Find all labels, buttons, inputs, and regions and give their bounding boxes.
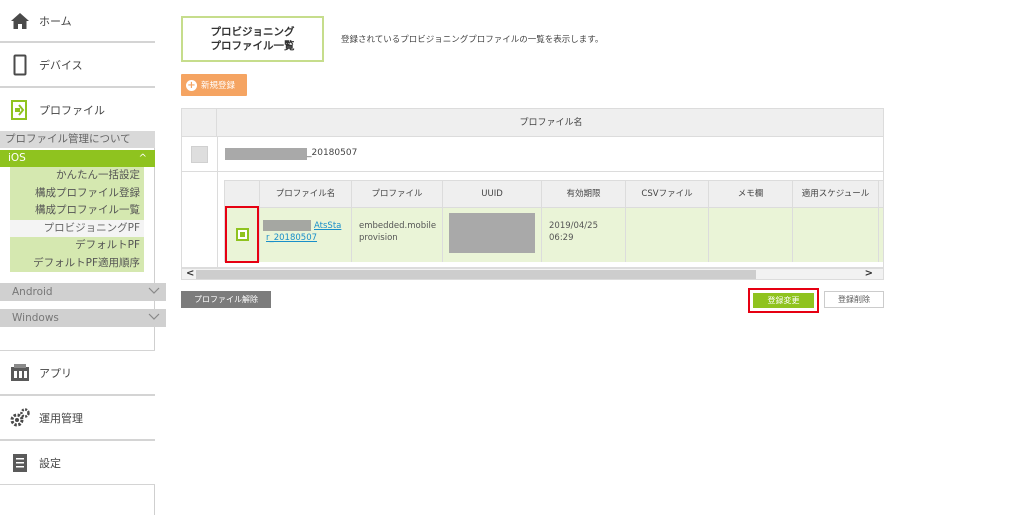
- horizontal-scrollbar[interactable]: < >: [181, 268, 884, 280]
- detail-header-uuid: UUID: [443, 181, 542, 208]
- row-divider: [217, 137, 218, 172]
- home-icon: [5, 12, 35, 30]
- scroll-left-arrow-icon[interactable]: <: [186, 268, 194, 279]
- detail-header-memo: メモ欄: [709, 181, 793, 208]
- detail-header-select: [225, 181, 260, 208]
- nav-profile-label: プロファイル: [39, 104, 105, 117]
- new-register-button[interactable]: + 新規登録: [181, 74, 247, 96]
- detail-cell-schedule: [793, 208, 879, 262]
- page-title-line2: プロファイル一覧: [210, 40, 295, 52]
- nav-device-label: デバイス: [39, 58, 83, 72]
- chevron-up-icon: ^: [138, 153, 147, 164]
- detail-row[interactable]: AtsSta r_20180507 embedded.mobileprovisi…: [225, 208, 883, 262]
- nav-device[interactable]: デバイス: [0, 42, 155, 87]
- nav-settings[interactable]: 設定: [0, 440, 155, 485]
- nav-home-label: ホーム: [39, 14, 72, 28]
- profile-icon: [5, 99, 35, 121]
- detail-cell-csv: [626, 208, 709, 262]
- profile-about-link[interactable]: プロファイル管理について: [0, 131, 155, 148]
- ios-menu-item-config-register[interactable]: 構成プロファイル登録: [10, 184, 144, 202]
- profile-table: プロファイル名 _20180507 プロファイル名 プロファイル UUID 有効…: [181, 108, 884, 268]
- detail-header-schedule: 適用スケジュール: [793, 181, 879, 208]
- windows-section-toggle[interactable]: Windows: [0, 309, 166, 327]
- column-header-profile-name: プロファイル名: [519, 118, 583, 128]
- detail-cell-profile: embedded.mobileprovision: [352, 208, 443, 262]
- detail-header-profile: プロファイル: [352, 181, 443, 208]
- ios-menu-item-config-list[interactable]: 構成プロファイル一覧: [10, 202, 144, 220]
- sidebar: ホーム デバイス プロファイル プロファイル管理について iOS ^ かんたん一…: [0, 0, 166, 515]
- app-icon: [5, 363, 35, 383]
- redacted-uuid: [449, 213, 535, 253]
- detail-header-csv: CSVファイル: [626, 181, 709, 208]
- redacted-name: [263, 220, 311, 231]
- device-icon: [5, 54, 35, 76]
- ios-submenu: かんたん一括設定 構成プロファイル登録 構成プロファイル一覧 プロビジョニングP…: [10, 167, 144, 272]
- ios-menu-item-provisioning[interactable]: プロビジョニングPF: [10, 219, 144, 237]
- row-checkbox[interactable]: [191, 146, 208, 163]
- nav-ops[interactable]: 運用管理: [0, 395, 155, 440]
- page-description: 登録されているプロビジョニングプロファイルの一覧を表示します。: [341, 35, 604, 45]
- windows-section-label: Windows: [12, 312, 59, 324]
- detail-header-name: プロファイル名: [260, 181, 352, 208]
- detail-table: プロファイル名 プロファイル UUID 有効期限 CSVファイル メモ欄 適用ス…: [224, 180, 883, 262]
- nav-settings-label: 設定: [39, 456, 61, 470]
- expiry-time: 06:29: [549, 233, 574, 243]
- scroll-right-arrow-icon[interactable]: >: [865, 268, 873, 279]
- change-registration-button[interactable]: 登録変更: [753, 293, 814, 308]
- ios-menu-item-default-order[interactable]: デフォルトPF適用順序: [10, 254, 144, 272]
- plus-icon: +: [186, 79, 197, 91]
- gear-icon: [5, 407, 35, 428]
- detail-table-header: プロファイル名 プロファイル UUID 有効期限 CSVファイル メモ欄 適用ス…: [225, 181, 883, 208]
- detail-header-expiry: 有効期限: [542, 181, 626, 208]
- settings-doc-icon: [5, 453, 35, 473]
- chevron-down-icon: [148, 309, 160, 327]
- row-select-area: [223, 206, 260, 263]
- profile-table-header: プロファイル名: [182, 109, 883, 137]
- profile-name-link-line2: r_20180507: [266, 233, 318, 243]
- chevron-down-icon: [148, 283, 160, 301]
- nav-profile[interactable]: プロファイル: [0, 87, 155, 132]
- nav-app-label: アプリ: [39, 366, 72, 380]
- ios-menu-item-default-pf[interactable]: デフォルトPF: [10, 237, 144, 255]
- highlight-box: 登録変更: [748, 288, 819, 313]
- highlight-box: [225, 206, 259, 263]
- ios-menu-item-bulk[interactable]: かんたん一括設定: [10, 167, 144, 185]
- ios-section-label: iOS: [8, 152, 26, 164]
- detail-cell-memo: [709, 208, 793, 262]
- nav-app[interactable]: アプリ: [0, 350, 155, 395]
- page-title: プロビジョニング プロファイル一覧: [181, 16, 324, 62]
- nav-ops-label: 運用管理: [39, 411, 83, 425]
- table-row[interactable]: _20180507: [182, 137, 883, 172]
- detail-cell-name: AtsSta r_20180507: [260, 208, 352, 262]
- header-checkbox-col: [182, 109, 217, 137]
- expanded-row: プロファイル名 プロファイル UUID 有効期限 CSVファイル メモ欄 適用ス…: [182, 172, 883, 267]
- android-section-label: Android: [12, 286, 53, 298]
- release-profile-button[interactable]: プロファイル解除: [181, 291, 271, 308]
- expiry-date: 2019/04/25: [549, 221, 598, 231]
- detail-cell-expiry: 2019/04/25 06:29: [542, 208, 626, 262]
- new-register-label: 新規登録: [201, 81, 236, 91]
- nav-home[interactable]: ホーム: [0, 0, 155, 42]
- scrollbar-thumb[interactable]: [196, 270, 756, 279]
- ios-section-toggle[interactable]: iOS ^: [0, 150, 155, 167]
- page-title-line1: プロビジョニング: [210, 26, 295, 38]
- android-section-toggle[interactable]: Android: [0, 283, 166, 301]
- row-select-radio[interactable]: [236, 228, 249, 241]
- row-divider: [217, 172, 218, 267]
- redacted-name: [225, 148, 307, 160]
- row-profile-name: _20180507: [307, 148, 358, 158]
- profile-file-name: embedded.mobileprovision: [359, 221, 437, 243]
- detail-cell-uuid: [443, 208, 542, 262]
- delete-registration-button[interactable]: 登録削除: [824, 291, 884, 308]
